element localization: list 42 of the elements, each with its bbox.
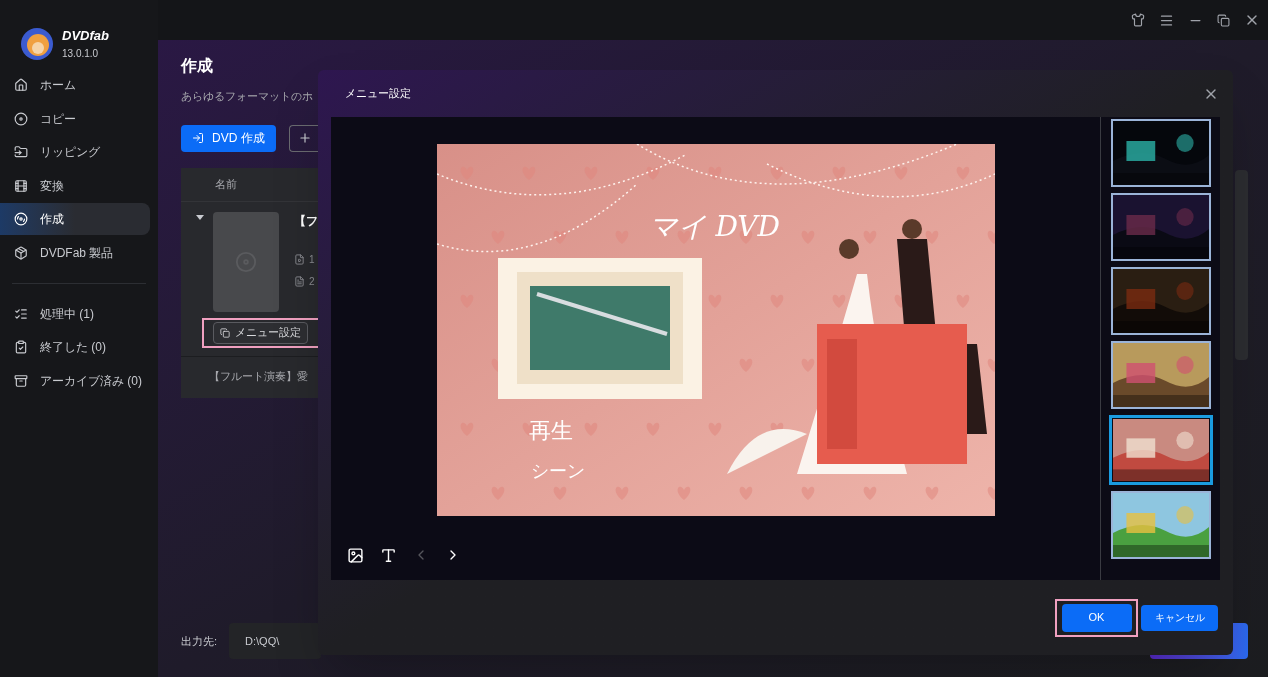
sidebar-icon [14,212,28,226]
cancel-button[interactable]: キャンセル [1141,604,1218,631]
sidebar-item[interactable]: 変換 [0,169,150,202]
menu-settings-button[interactable]: メニュー設定 [213,321,308,344]
sidebar-icon [14,340,28,354]
app-name: DVDfab [62,27,109,44]
dialog-title: メニュー設定 [345,86,411,102]
video-info: 2 [309,274,315,289]
collapse-icon[interactable] [196,214,204,220]
plus-icon [298,131,313,145]
menu-icon[interactable] [1159,12,1174,28]
sidebar-icon [14,373,28,388]
ok-button[interactable]: OK [1061,603,1132,632]
image-icon[interactable] [347,546,364,564]
subtitle-icon [294,275,305,287]
video-icon [294,253,305,265]
sidebar-item[interactable]: 終了した (0) [0,331,150,363]
sidebar-icon [14,111,28,126]
create-dvd-button[interactable]: DVD 作成 [181,124,276,152]
sidebar-item[interactable]: DVDFab 製品 [0,236,150,269]
file-name: 【フルート演奏】愛 [209,368,308,384]
sidebar-icon [14,306,28,321]
app-version: 13.0.1.0 [62,47,100,61]
sidebar-item[interactable]: 作成 [0,203,150,235]
video-info: 1 [309,252,315,267]
sidebar-icon [14,178,28,193]
sidebar-item[interactable]: アーカイブ済み (0) [0,364,150,397]
sidebar-item[interactable]: 処理中 (1) [0,297,150,330]
video-title: 【フ [294,212,318,230]
sidebar-item[interactable]: ホーム [0,69,150,101]
output-path-field[interactable]: D:\QQ\ [229,623,322,659]
output-label: 出力先: [181,633,218,649]
page-subtitle: あらゆるフォーマットのホ [181,89,313,104]
sidebar-icon [14,245,28,260]
sidebar-icon [14,78,28,92]
sidebar-icon [14,145,28,159]
page-title: 作成 [181,56,213,76]
sidebar-item[interactable]: コピー [0,102,150,135]
logo-icon [20,27,54,61]
restore-icon[interactable] [1217,13,1230,27]
text-icon[interactable] [380,546,397,564]
sidebar-item[interactable]: リッピング [0,136,150,168]
